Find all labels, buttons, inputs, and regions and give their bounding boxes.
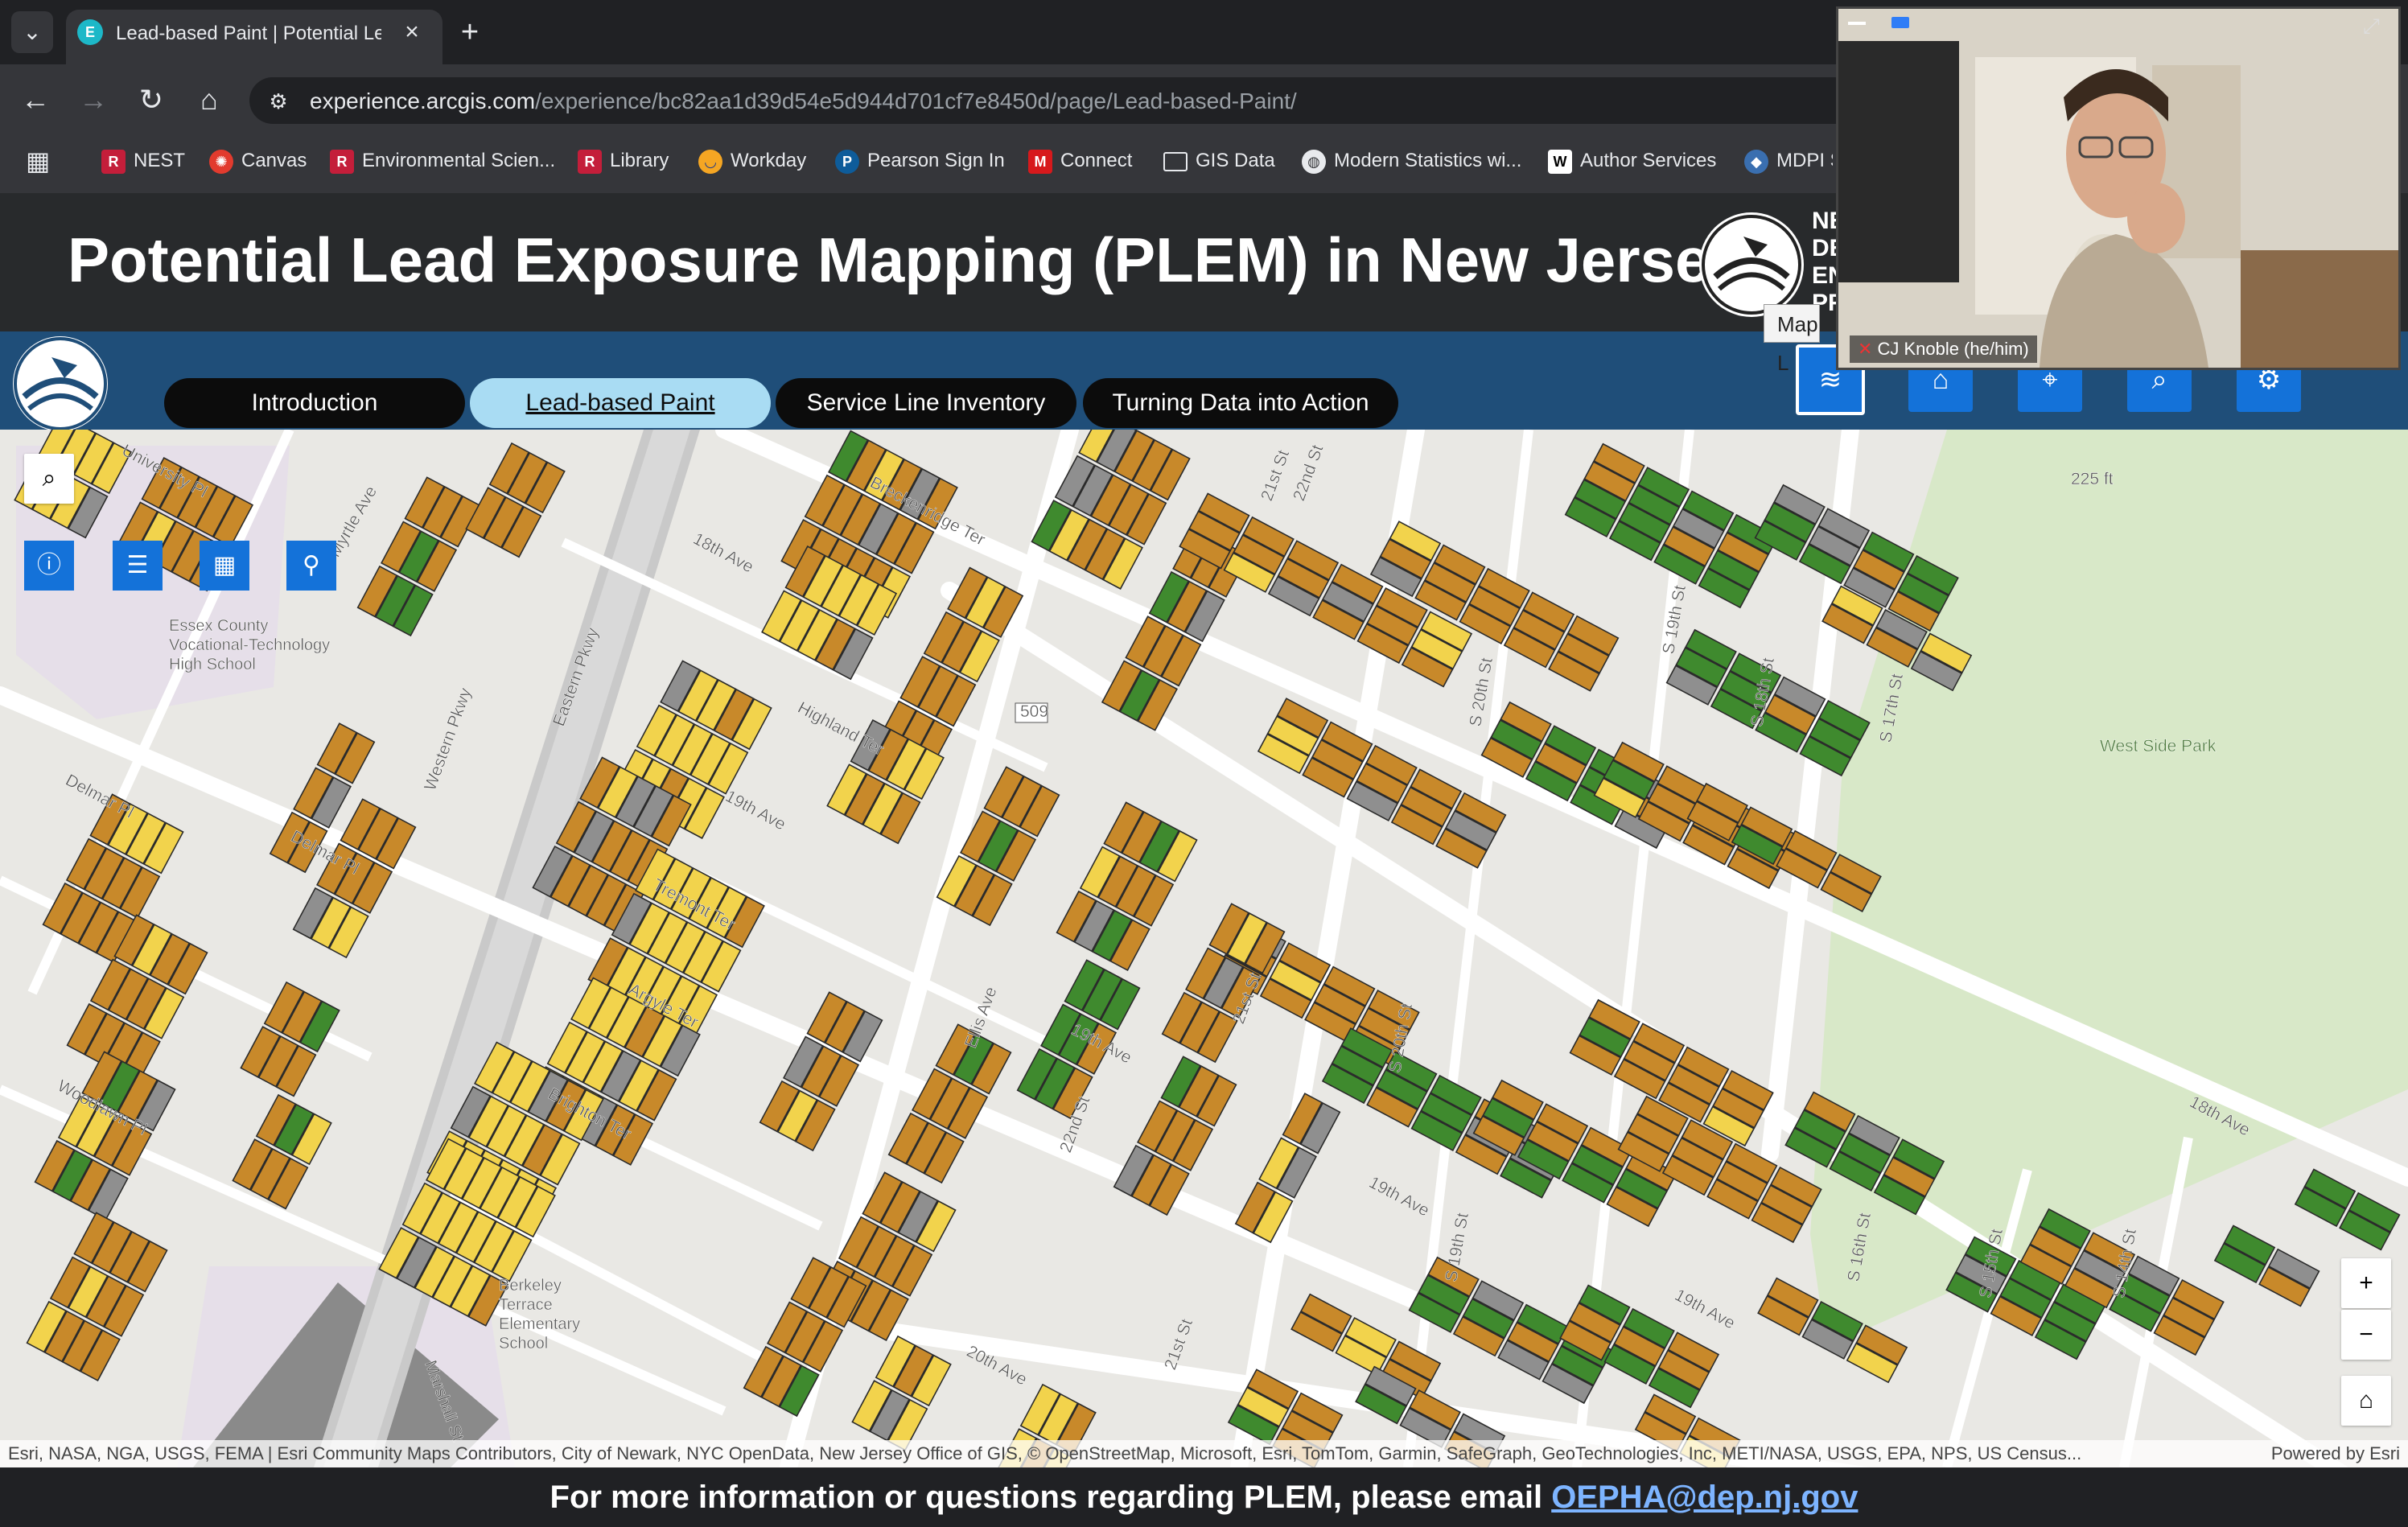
workday-icon: ◡ — [698, 149, 722, 174]
map-label: 225 ft — [2071, 470, 2114, 488]
home-icon[interactable]: ⌂ — [187, 77, 232, 122]
bookmark-mdpi[interactable]: ◆MDPI S — [1744, 145, 1833, 177]
close-tab-icon[interactable]: × — [397, 18, 426, 47]
tab-lead-based-paint[interactable]: Lead-based Paint — [470, 378, 771, 428]
bookmark-pearson[interactable]: P Pearson Sign In — [835, 145, 1005, 177]
screen-share-icon — [1891, 17, 1909, 28]
bookmark-environmental-science[interactable]: R Environmental Scien... — [330, 145, 555, 177]
tab-introduction[interactable]: Introduction — [164, 378, 465, 428]
expand-icon[interactable]: ⤢ — [2363, 14, 2380, 39]
back-icon[interactable]: ← — [13, 77, 58, 122]
share-icon[interactable]: ⚲ — [286, 541, 336, 591]
footer-banner: For more information or questions regard… — [0, 1467, 2408, 1527]
bookmark-author-services[interactable]: W Author Services — [1548, 145, 1716, 177]
bookmark-nest[interactable]: R NEST — [101, 145, 185, 177]
url-text[interactable]: experience.arcgis.com/experience/bc82aa1… — [310, 85, 1297, 117]
mdpi-icon: ◆ — [1744, 149, 1768, 174]
info-icon[interactable]: ⓘ — [24, 541, 74, 591]
bookmark-modern-statistics[interactable]: ◍ Modern Statistics wi... — [1302, 145, 1521, 177]
zoom-out-icon[interactable]: − — [2341, 1310, 2391, 1360]
tab-service-line-inventory[interactable]: Service Line Inventory — [776, 378, 1076, 428]
bookmark-library[interactable]: R Library — [578, 145, 669, 177]
pearson-icon: P — [835, 149, 859, 174]
map-view[interactable]: University Pl Myrtle Ave Essex County Vocat… — [0, 430, 2408, 1467]
muted-mic-icon: ✕ — [1858, 339, 1873, 359]
minimize-icon[interactable] — [1848, 22, 1866, 25]
powered-by-esri: Powered by Esri — [2270, 1443, 2400, 1463]
njdep-logo — [1699, 212, 1804, 317]
nest-icon: R — [101, 149, 126, 174]
legend-list-icon[interactable]: ☰ — [113, 541, 163, 591]
page-title: Potential Lead Exposure Mapping (PLEM) i… — [68, 224, 1745, 295]
zoom-in-icon[interactable]: + — [2341, 1258, 2391, 1308]
rutgers-icon: R — [330, 149, 354, 174]
grid-view-icon[interactable]: ▦ — [200, 541, 249, 591]
map-label: 509 — [1020, 702, 1048, 721]
bookmark-gis-data[interactable]: GIS Data — [1163, 145, 1275, 177]
tab-title: Lead-based Paint | Potential Lea — [116, 23, 381, 44]
folder-icon — [1163, 151, 1188, 171]
new-tab-icon[interactable]: + — [454, 16, 486, 48]
video-call-window[interactable]: ⤢ ✕ CJ Knoble (he/him) — [1836, 6, 2401, 370]
home-extent-icon[interactable]: ⌂ — [2341, 1376, 2391, 1426]
map-label: West Side Park — [2100, 737, 2217, 755]
author-services-icon: W — [1548, 149, 1572, 174]
map-layers-tooltip: Map L — [1764, 304, 1820, 375]
njdep-logo-small — [13, 336, 108, 431]
tab-turning-data-into-action[interactable]: Turning Data into Action — [1083, 378, 1398, 428]
site-settings-icon[interactable]: ⚙ — [262, 85, 294, 117]
tab-search-dropdown[interactable]: ⌄ — [11, 11, 53, 53]
globe-icon: ◍ — [1302, 149, 1326, 174]
bookmark-workday[interactable]: ◡ Workday — [698, 145, 806, 177]
bookmark-connect[interactable]: M Connect — [1028, 145, 1132, 177]
contact-email-link[interactable]: OEPHA@dep.nj.gov — [1551, 1480, 1858, 1515]
bookmark-canvas[interactable]: ✺ Canvas — [209, 145, 307, 177]
connect-icon: M — [1028, 149, 1052, 174]
forward-icon[interactable]: → — [71, 77, 116, 122]
canvas-icon: ✺ — [209, 149, 233, 174]
arcgis-favicon-icon: E — [77, 19, 103, 45]
map-attribution: Esri, NASA, NGA, USGS, FEMA | Esri Commu… — [0, 1440, 2408, 1467]
reload-icon[interactable]: ↻ — [129, 77, 174, 122]
participant-name: ✕ CJ Knoble (he/him) — [1850, 335, 2037, 363]
map-search-icon[interactable]: ⌕ — [24, 454, 74, 504]
apps-grid-icon[interactable]: ▦ — [26, 146, 55, 175]
library-icon: R — [578, 149, 602, 174]
